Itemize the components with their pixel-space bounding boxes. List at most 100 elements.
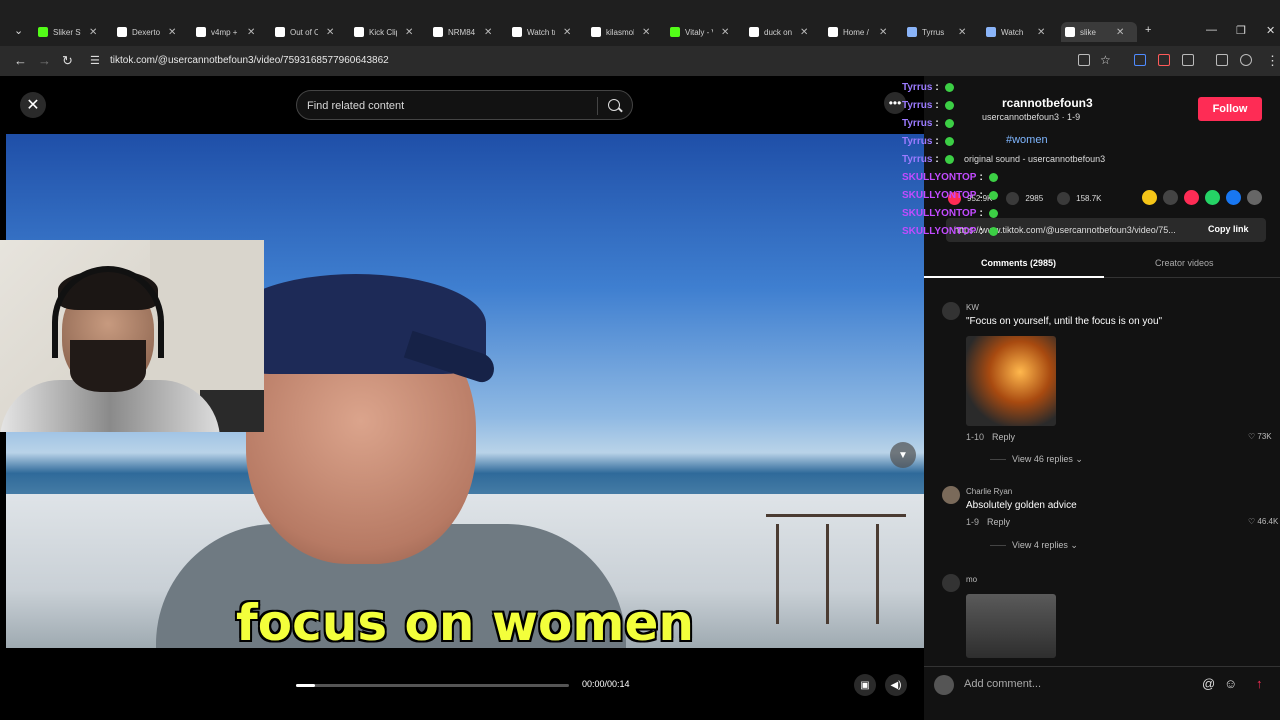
browser-tab[interactable]: duck on ✕	[745, 22, 821, 42]
reply-button[interactable]: Reply	[992, 432, 1015, 442]
browser-tab[interactable]: Tyrrus ✕	[903, 22, 979, 42]
comment-item: Charlie Ryan Absolutely golden advice 1-…	[942, 486, 1278, 566]
tab-title: Vitaly - V	[685, 27, 713, 37]
forward-icon[interactable]: →	[38, 53, 51, 68]
close-tab-icon[interactable]: ✕	[958, 27, 966, 38]
tab-title: Sliker St	[53, 27, 81, 37]
comment-input[interactable]	[964, 675, 1194, 693]
share-arrow-icon[interactable]	[1247, 190, 1262, 205]
reload-icon[interactable]: ↻	[62, 53, 73, 69]
avatar[interactable]	[942, 486, 960, 504]
save-button[interactable]: 158.7K	[1057, 191, 1102, 205]
follow-button[interactable]: Follow	[1198, 97, 1262, 121]
url-text[interactable]: tiktok.com/@usercannotbefoun3/video/7593…	[110, 55, 389, 66]
comment-text: "Focus on yourself, until the focus is o…	[966, 316, 1163, 327]
chat-emote-icon	[944, 100, 954, 110]
send-icon[interactable]: ↑	[1256, 676, 1263, 691]
back-icon[interactable]: ←	[14, 53, 27, 68]
search-bar[interactable]	[296, 90, 633, 120]
close-tab-icon[interactable]: ✕	[168, 27, 176, 38]
browser-tab[interactable]: v4mp + ✕	[192, 22, 268, 42]
close-tab-icon[interactable]: ✕	[721, 27, 729, 38]
facebook-icon[interactable]	[1226, 190, 1241, 205]
browser-tab[interactable]: Vitaly - V ✕	[666, 22, 742, 42]
new-tab-button[interactable]: +	[1145, 24, 1151, 36]
embed-icon[interactable]	[1163, 190, 1178, 205]
extensions-puzzle-icon[interactable]	[1182, 54, 1194, 66]
browser-tab[interactable]: Out of C ✕	[271, 22, 347, 42]
view-replies-button[interactable]: View 46 replies ⌄	[990, 454, 1083, 465]
progress-bar[interactable]	[296, 684, 569, 687]
tab-title: duck on	[764, 27, 792, 37]
maximize-button[interactable]: ❐	[1236, 24, 1246, 37]
browser-tab[interactable]: slike ✕	[1061, 22, 1137, 42]
browser-tab[interactable]: Watch ✕	[982, 22, 1058, 42]
close-tab-icon[interactable]: ✕	[326, 27, 334, 38]
browser-tab[interactable]: Kick Clip ✕	[350, 22, 426, 42]
reply-button[interactable]: Reply	[987, 517, 1010, 527]
close-icon[interactable]: ✕	[20, 92, 46, 118]
browser-tab[interactable]: Sliker St ✕	[34, 22, 110, 42]
chat-message: Tyrrus:	[902, 118, 954, 129]
close-tab-icon[interactable]: ✕	[642, 27, 650, 38]
view-replies-button[interactable]: View 4 replies ⌄	[990, 540, 1078, 551]
comment-likes[interactable]: ♡ 73K	[1248, 432, 1272, 441]
stream-chat-overlay: Tyrrus: Tyrrus: Tyrrus: Tyrrus: Tyrrus: SKULL…	[898, 82, 1048, 242]
comment-author[interactable]: KW	[966, 303, 979, 312]
browser-tab[interactable]: Watch tr ✕	[508, 22, 584, 42]
profile-avatar[interactable]	[1240, 54, 1252, 66]
tab-creator-videos[interactable]: Creator videos	[1155, 258, 1214, 268]
browser-tab[interactable]: Home / ✕	[824, 22, 900, 42]
install-app-icon[interactable]	[1078, 54, 1090, 66]
close-tab-icon[interactable]: ✕	[800, 27, 808, 38]
close-tab-icon[interactable]: ✕	[89, 27, 97, 38]
close-tab-icon[interactable]: ✕	[1037, 27, 1045, 38]
avatar[interactable]	[942, 302, 960, 320]
tab-search-icon[interactable]: ⌄	[14, 24, 23, 37]
chat-username: SKULLYONTOP	[902, 226, 977, 237]
close-tab-icon[interactable]: ✕	[247, 27, 255, 38]
avatar[interactable]	[942, 574, 960, 592]
tab-comments[interactable]: Comments (2985)	[981, 258, 1056, 268]
menu-kebab-icon[interactable]: ⋮	[1266, 53, 1279, 69]
close-tab-icon[interactable]: ✕	[405, 27, 413, 38]
send-to-friends-icon[interactable]	[1184, 190, 1199, 205]
comment-image[interactable]	[966, 594, 1056, 658]
x-icon	[828, 27, 838, 37]
extension-icon[interactable]	[1134, 54, 1146, 66]
whatsapp-icon[interactable]	[1205, 190, 1220, 205]
minimize-button[interactable]: —	[1206, 24, 1217, 36]
bookmark-star-icon[interactable]: ☆	[1100, 53, 1111, 67]
search-icon[interactable]	[608, 99, 620, 111]
chat-emote-icon	[944, 82, 954, 92]
browser-tab[interactable]: NRM84 ✕	[429, 22, 505, 42]
browser-tab[interactable]: kilasmok ✕	[587, 22, 663, 42]
comment-likes[interactable]: ♡ 46.4K	[1248, 517, 1278, 526]
volume-icon[interactable]: ◀)	[885, 674, 907, 696]
chat-username: Tyrrus	[902, 82, 933, 93]
close-tab-icon[interactable]: ✕	[879, 27, 887, 38]
close-tab-icon[interactable]: ✕	[1116, 27, 1124, 38]
next-video-chevron-icon[interactable]: ▼	[890, 442, 916, 468]
comment-image[interactable]	[966, 336, 1056, 426]
extension-icon[interactable]	[1158, 54, 1170, 66]
emoji-icon[interactable]: ☺	[1224, 676, 1237, 691]
close-window-button[interactable]: ✕	[1266, 24, 1275, 37]
close-tab-icon[interactable]: ✕	[563, 27, 571, 38]
time-display: 00:00/00:14	[582, 679, 630, 689]
repost-icon[interactable]	[1142, 190, 1157, 205]
browser-tab[interactable]: Dexerto ✕	[113, 22, 189, 42]
site-info-icon[interactable]: ☰	[90, 54, 100, 67]
media-controls-icon[interactable]	[1216, 54, 1228, 66]
comment-text: Absolutely golden advice	[966, 500, 1077, 511]
close-tab-icon[interactable]: ✕	[484, 27, 492, 38]
mention-icon[interactable]: @	[1202, 676, 1215, 691]
copy-link-button[interactable]: Copy link	[1208, 224, 1249, 234]
comment-author[interactable]: Charlie Ryan	[966, 487, 1012, 496]
comment-author[interactable]: mo	[966, 575, 977, 584]
chat-username: Tyrrus	[902, 136, 933, 147]
picture-in-picture-icon[interactable]: ▣	[854, 674, 876, 696]
search-input[interactable]	[307, 97, 587, 115]
chat-emote-icon	[944, 136, 954, 146]
comment-meta: 1-10 Reply	[966, 432, 1016, 442]
